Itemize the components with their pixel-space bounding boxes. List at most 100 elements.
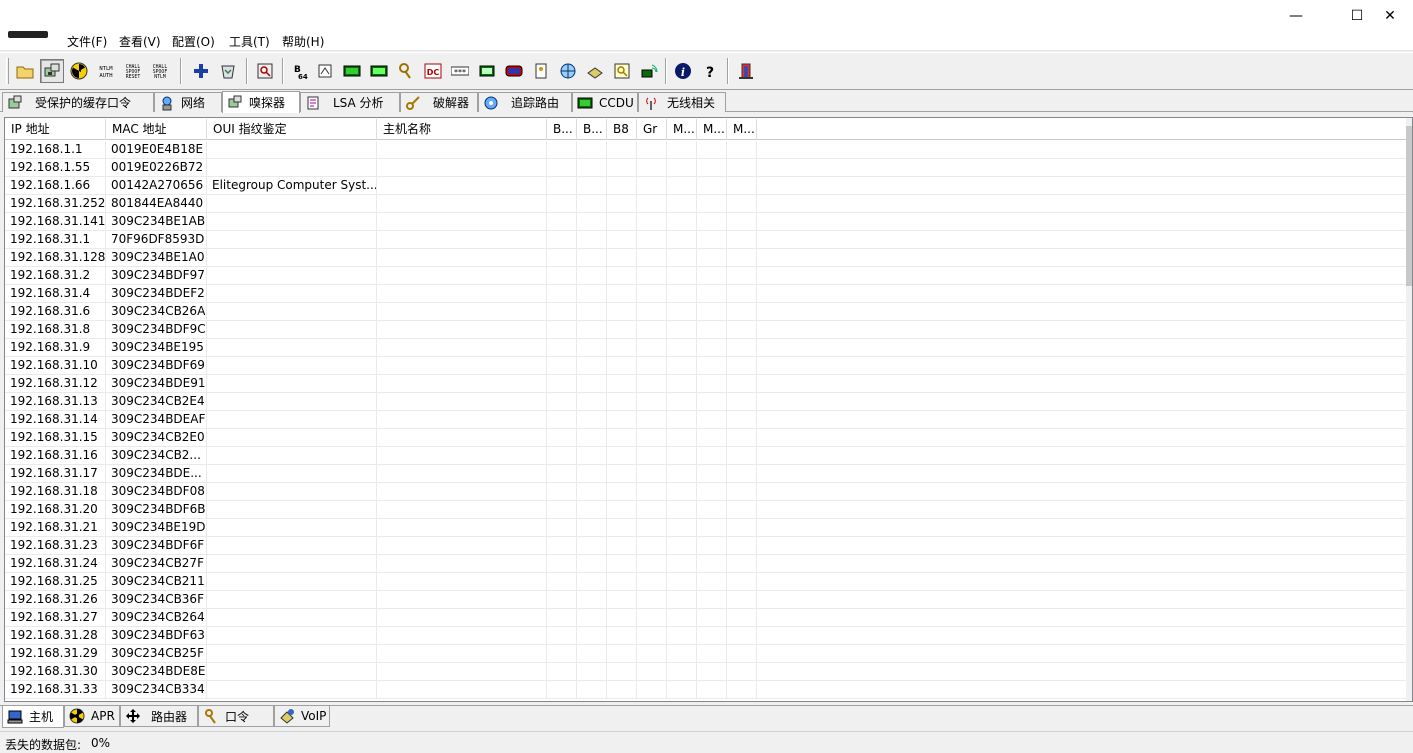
menu-help[interactable]: 帮助(H)	[282, 33, 324, 50]
tab-traceroute[interactable]: 追踪路由	[478, 92, 572, 112]
tab-voip[interactable]: VoIP	[274, 706, 330, 727]
column-header-gr[interactable]: Gr	[637, 119, 667, 140]
scan-icon[interactable]	[253, 59, 277, 83]
help-icon[interactable]: ?	[698, 59, 722, 83]
route-icon[interactable]	[313, 59, 337, 83]
tab-ccdu[interactable]: CCDU	[572, 92, 638, 112]
table-row[interactable]: 192.168.1.66 00142A270656 Elitegroup Compu…	[5, 177, 1407, 195]
table-row[interactable]: 192.168.31.23 309C234BDF6F	[5, 537, 1407, 555]
menu-file[interactable]: 文件(F)	[67, 33, 107, 50]
table-row[interactable]: 192.168.31.141 309C234BE1AB	[5, 213, 1407, 231]
cell-m2	[697, 519, 727, 537]
table-row[interactable]: 192.168.31.9 309C234BE195	[5, 339, 1407, 357]
tab-network[interactable]: 网络	[154, 92, 222, 112]
tab-label: 口令	[225, 709, 250, 724]
table-row[interactable]: 192.168.31.2 309C234BDF97	[5, 267, 1407, 285]
cell-ip: 192.168.31.18	[5, 483, 106, 501]
column-header-b2[interactable]: B...	[577, 119, 607, 140]
column-header-m3[interactable]: M...	[727, 119, 757, 140]
exit-icon[interactable]	[734, 59, 758, 83]
password-icon[interactable]: ***	[448, 59, 472, 83]
cell-ip: 192.168.1.1	[5, 141, 106, 159]
cell-gr	[637, 573, 667, 591]
menu-config[interactable]: 配置(O)	[172, 33, 215, 50]
tab-apr[interactable]: APR	[64, 706, 120, 727]
table-row[interactable]: 192.168.31.12 309C234BDE91	[5, 375, 1407, 393]
table-row[interactable]: 192.168.31.4 309C234BDEF2	[5, 285, 1407, 303]
table-row[interactable]: 192.168.1.55 0019E0226B72	[5, 159, 1407, 177]
cell-b1	[547, 591, 577, 609]
vpn-icon[interactable]	[367, 59, 391, 83]
tab-wireless[interactable]: 无线相关	[638, 92, 726, 112]
vertical-scrollbar[interactable]	[1406, 118, 1412, 701]
dc-icon[interactable]: DC	[421, 59, 445, 83]
disk-icon[interactable]	[583, 59, 607, 83]
table-row[interactable]: 192.168.31.27 309C234CB264	[5, 609, 1407, 627]
column-header-m1[interactable]: M...	[667, 119, 697, 140]
cell-b8	[607, 537, 637, 555]
scrollbar-thumb[interactable]	[1406, 126, 1412, 286]
info-icon[interactable]: i	[671, 59, 695, 83]
table-row[interactable]: 192.168.31.30 309C234BDE8E	[5, 663, 1407, 681]
recycle-icon[interactable]	[216, 59, 240, 83]
tab-lsa-analysis[interactable]: LSA 分析	[300, 92, 400, 112]
certificate-icon[interactable]	[529, 59, 553, 83]
router-icon[interactable]	[502, 59, 526, 83]
cell-m3	[727, 249, 757, 267]
table-row[interactable]: 192.168.31.10 309C234BDF69	[5, 357, 1407, 375]
hosts-table[interactable]: IP 地址 MAC 地址 OUI 指纹鉴定 主机名称 B... B... B8 …	[4, 117, 1413, 702]
table-row[interactable]: 192.168.31.16 309C234CB2...	[5, 447, 1407, 465]
tab-passwords[interactable]: 口令	[198, 706, 274, 727]
tab-sniffer[interactable]: 嗅探器	[222, 91, 300, 113]
table-row[interactable]: 192.168.31.1 70F96DF8593D	[5, 231, 1407, 249]
column-header-mac[interactable]: MAC 地址	[106, 119, 207, 140]
table-row[interactable]: 192.168.31.29 309C234CB25F	[5, 645, 1407, 663]
menu-view[interactable]: 查看(V)	[119, 33, 161, 50]
sniffer-network-icon[interactable]	[40, 59, 64, 83]
chall-spoof-reset-icon[interactable]: CHALL SPOOF RESET	[121, 59, 145, 83]
table-row[interactable]: 192.168.31.252 801844EA8440	[5, 195, 1407, 213]
minimize-button[interactable]: —	[1273, 0, 1319, 31]
wireless-icon[interactable]	[637, 59, 661, 83]
table-row[interactable]: 192.168.31.28 309C234BDF63	[5, 627, 1407, 645]
table-row[interactable]: 192.168.31.24 309C234CB27F	[5, 555, 1407, 573]
radiation-icon[interactable]	[67, 59, 91, 83]
base64-icon[interactable]: B 64	[287, 59, 311, 83]
column-header-b8[interactable]: B8	[607, 119, 637, 140]
table-row[interactable]: 192.168.31.33 309C234CB334	[5, 681, 1407, 699]
key-lock-icon[interactable]	[610, 59, 634, 83]
table-row[interactable]: 192.168.31.128 309C234BE1A0	[5, 249, 1407, 267]
table-row[interactable]: 192.168.31.18 309C234BDF08	[5, 483, 1407, 501]
chall-spoof-ntlm-icon[interactable]: CHALL SPOOF NTLM	[148, 59, 172, 83]
table-row[interactable]: 192.168.31.17 309C234BDE...	[5, 465, 1407, 483]
table-row[interactable]: 192.168.31.6 309C234CB26A	[5, 303, 1407, 321]
close-button[interactable]: ✕	[1367, 0, 1413, 31]
tab-cracker[interactable]: 破解器	[400, 92, 478, 112]
hash-calc-icon[interactable]	[340, 59, 364, 83]
table-row[interactable]: 192.168.31.13 309C234CB2E4	[5, 393, 1407, 411]
table-row[interactable]: 192.168.31.8 309C234BDF9C	[5, 321, 1407, 339]
table-row[interactable]: 192.168.31.21 309C234BE19D	[5, 519, 1407, 537]
table-row[interactable]: 192.168.31.14 309C234BDEAF	[5, 411, 1407, 429]
tab-hosts[interactable]: 主机	[2, 706, 64, 728]
folder-icon[interactable]	[13, 59, 37, 83]
column-header-hostname[interactable]: 主机名称	[377, 119, 547, 140]
table-row[interactable]: 192.168.31.26 309C234CB36F	[5, 591, 1407, 609]
menu-tools[interactable]: 工具(T)	[229, 33, 270, 50]
network-globe-icon[interactable]	[556, 59, 580, 83]
tab-cached-passwords[interactable]: 受保护的缓存口令	[2, 92, 154, 112]
table-row[interactable]: 192.168.31.25 309C234CB211	[5, 573, 1407, 591]
table-row[interactable]: 192.168.31.15 309C234CB2E0	[5, 429, 1407, 447]
terminal-icon[interactable]	[475, 59, 499, 83]
key-icon[interactable]	[394, 59, 418, 83]
table-row[interactable]: 192.168.1.1 0019E0E4B18E	[5, 141, 1407, 159]
table-row[interactable]: 192.168.31.20 309C234BDF6B	[5, 501, 1407, 519]
column-header-ip[interactable]: IP 地址	[5, 119, 106, 140]
column-header-m2[interactable]: M...	[697, 119, 727, 140]
column-header-b1[interactable]: B...	[547, 119, 577, 140]
column-header-oui[interactable]: OUI 指纹鉴定	[207, 119, 377, 140]
cell-mac: 309C234CB2E0	[106, 429, 207, 447]
ntlm-auth-icon[interactable]: NTLM AUTH	[94, 59, 118, 83]
tab-routers[interactable]: 路由器	[120, 706, 198, 727]
add-icon[interactable]	[189, 59, 213, 83]
